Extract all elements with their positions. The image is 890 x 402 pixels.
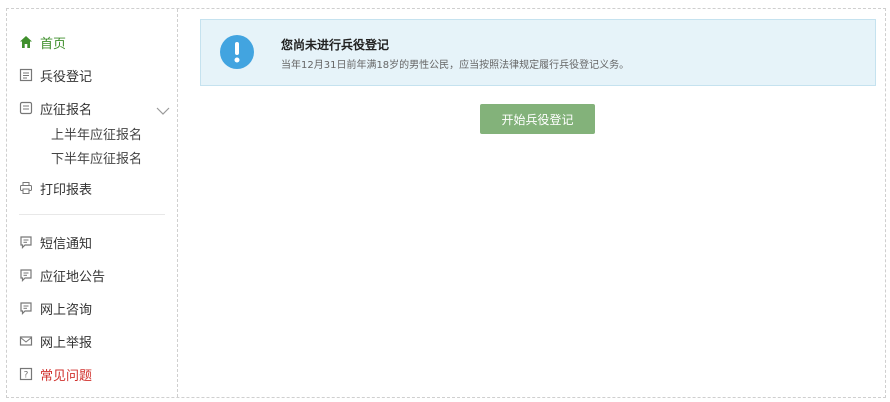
mail-icon xyxy=(19,334,33,348)
sidebar-divider xyxy=(19,214,165,215)
notice-description: 当年12月31日前年满18岁的男性公民，应当按照法律规定履行兵役登记义务。 xyxy=(281,60,630,71)
document-icon xyxy=(19,68,33,82)
sidebar-subitem-first-half[interactable]: 上半年应征报名 xyxy=(51,126,142,146)
sidebar-item-label: 网上举报 xyxy=(40,335,93,351)
sidebar-item-military-registration[interactable]: 兵役登记 xyxy=(19,64,92,86)
message-icon xyxy=(19,268,33,282)
exclamation-icon xyxy=(220,35,254,69)
sidebar-item-label: 常见问题 xyxy=(40,368,93,384)
svg-text:?: ? xyxy=(24,371,29,381)
sidebar-item-print-report[interactable]: 打印报表 xyxy=(19,177,92,199)
sidebar-item-label: 兵役登记 xyxy=(40,69,93,85)
sidebar-item-label: 短信通知 xyxy=(40,236,93,252)
chevron-down-icon[interactable] xyxy=(155,102,171,115)
sidebar-item-online-consult[interactable]: 网上咨询 xyxy=(19,297,92,319)
sidebar-item-enlistment-announcement[interactable]: 应征地公告 xyxy=(19,264,105,286)
sidebar: 首页 兵役登记 应征报名 上半年应征报名 下半年应征报名 打印报表 短信通知 应… xyxy=(7,9,178,397)
sidebar-item-label: 应征报名 xyxy=(40,102,93,118)
sidebar-item-online-report[interactable]: 网上举报 xyxy=(19,330,92,352)
start-registration-button[interactable]: 开始兵役登记 xyxy=(480,104,595,134)
form-icon xyxy=(19,101,33,115)
sidebar-item-faq[interactable]: ? 常见问题 xyxy=(19,363,92,385)
notice-title: 您尚未进行兵役登记 xyxy=(281,38,390,52)
sidebar-item-home[interactable]: 首页 xyxy=(19,31,66,53)
sidebar-item-label: 网上咨询 xyxy=(40,302,93,318)
home-icon xyxy=(19,35,33,49)
main-content: 您尚未进行兵役登记 当年12月31日前年满18岁的男性公民，应当按照法律规定履行… xyxy=(178,9,885,397)
question-icon: ? xyxy=(19,367,33,381)
sidebar-item-label: 首页 xyxy=(40,36,67,52)
sidebar-item-enlistment-registration[interactable]: 应征报名 xyxy=(19,97,92,119)
page-frame: 首页 兵役登记 应征报名 上半年应征报名 下半年应征报名 打印报表 短信通知 应… xyxy=(6,8,886,398)
message-icon xyxy=(19,235,33,249)
sidebar-item-label: 打印报表 xyxy=(40,182,93,198)
sidebar-item-sms-notice[interactable]: 短信通知 xyxy=(19,231,92,253)
printer-icon xyxy=(19,181,33,195)
message-icon xyxy=(19,301,33,315)
sidebar-subitem-second-half[interactable]: 下半年应征报名 xyxy=(51,150,142,170)
registration-notice: 您尚未进行兵役登记 当年12月31日前年满18岁的男性公民，应当按照法律规定履行… xyxy=(200,19,876,86)
sidebar-item-label: 应征地公告 xyxy=(40,269,106,285)
